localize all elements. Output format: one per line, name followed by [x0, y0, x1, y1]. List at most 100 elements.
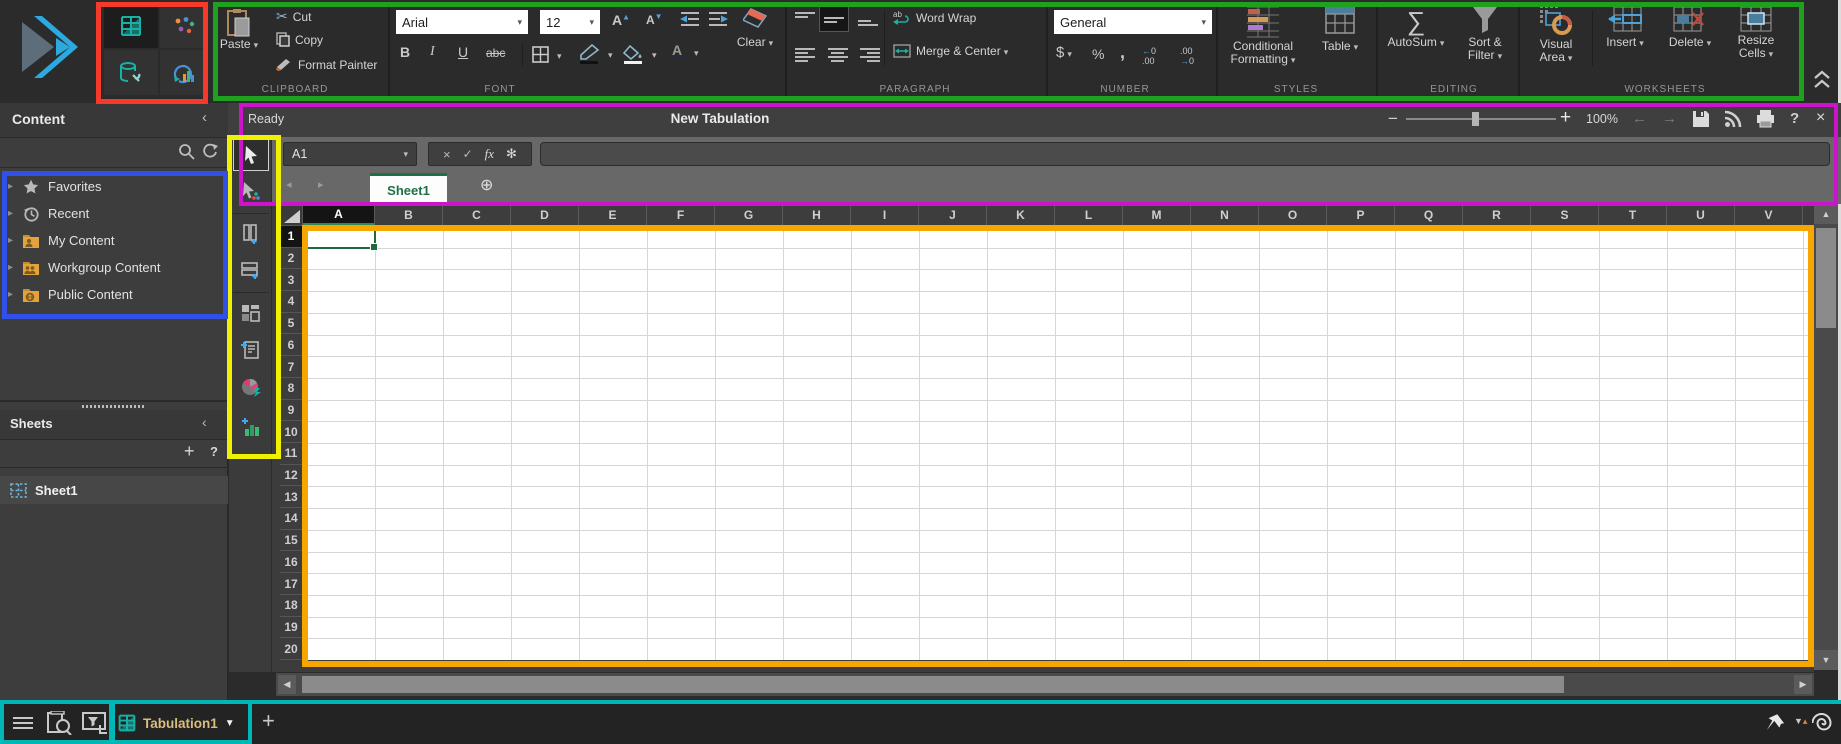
delete-cells-button[interactable]: Delete [1662, 6, 1718, 50]
spiral-menu-icon[interactable] [1812, 711, 1836, 735]
expand-caret-icon[interactable]: ▸ [8, 181, 22, 192]
pin-options-dropdown-icon[interactable]: ▼▴ [1794, 716, 1807, 727]
sidebar-item-recent[interactable]: ▸Recent [0, 200, 228, 227]
vertical-scrollbar[interactable]: ▲ ▼ [1814, 204, 1838, 670]
zoom-out-button[interactable]: − [1388, 109, 1398, 129]
expand-caret-icon[interactable]: ▸ [8, 208, 22, 219]
search-icon[interactable] [178, 143, 195, 160]
zoom-slider[interactable] [1406, 118, 1556, 120]
percent-button[interactable]: % [1092, 46, 1104, 62]
align-right-button[interactable] [860, 48, 880, 63]
resize-cells-button[interactable]: Resize Cells [1728, 6, 1784, 61]
cell-selection-a1[interactable] [303, 226, 376, 249]
bar-chart-tool-icon[interactable] [234, 412, 268, 442]
undo-button[interactable]: ← [1632, 110, 1647, 127]
autosum-button[interactable]: ∑ AutoSum [1384, 6, 1448, 50]
sidebar-item-workgroup-content[interactable]: ▸Workgroup Content [0, 254, 228, 281]
sidebar-item-my-content[interactable]: ▸My Content [0, 227, 228, 254]
decrease-decimal-button[interactable]: ←0.00 [1142, 46, 1156, 66]
confirm-entry-icon[interactable]: ✓ [463, 147, 473, 161]
expand-caret-icon[interactable]: ▸ [8, 235, 22, 246]
italic-button[interactable]: I [430, 44, 435, 60]
scroll-left-icon[interactable]: ◀ [278, 675, 296, 694]
align-left-button[interactable] [795, 48, 815, 63]
sheet-scroll-left-icon[interactable]: ◂ [286, 178, 292, 191]
sidebar-item-public-content[interactable]: ▸Public Content [0, 281, 228, 308]
formula-input[interactable] [540, 142, 1830, 166]
horizontal-scrollbar-thumb[interactable] [302, 676, 1564, 693]
zoom-slider-thumb[interactable] [1472, 112, 1479, 126]
cut-button[interactable]: ✂ Cut [276, 8, 311, 25]
new-document-tool-icon[interactable] [234, 334, 268, 364]
sheet-tab-active[interactable]: Sheet1 [370, 173, 447, 204]
layout-blocks-tool-icon[interactable] [234, 298, 268, 328]
increase-indent-button[interactable] [708, 12, 728, 26]
refresh-icon[interactable] [202, 143, 219, 160]
cell-name-box[interactable]: A1 ▾ [283, 142, 417, 166]
merge-center-button[interactable]: Merge & Center [893, 44, 1008, 58]
paste-button[interactable]: Paste [215, 8, 263, 52]
number-format-select[interactable]: General▾ [1054, 10, 1212, 34]
insert-cells-button[interactable]: Insert [1598, 6, 1652, 50]
feed-button[interactable] [1724, 110, 1742, 128]
font-color-button[interactable]: A [668, 44, 699, 60]
sheet-scroll-right-icon[interactable]: ▸ [318, 178, 324, 191]
currency-button[interactable]: $ [1056, 44, 1072, 61]
align-center-button[interactable] [828, 48, 848, 63]
align-bottom-button[interactable] [858, 12, 878, 27]
border-color-button[interactable] [578, 44, 613, 64]
insert-row-tool-icon[interactable] [234, 255, 268, 285]
table-button[interactable]: Table [1312, 6, 1368, 54]
grow-font-button[interactable]: A▲ [612, 12, 630, 28]
comma-button[interactable]: , [1120, 42, 1125, 63]
scroll-up-icon[interactable]: ▲ [1814, 204, 1838, 224]
zoom-in-button[interactable]: + [1560, 107, 1571, 129]
browse-documents-icon[interactable] [46, 711, 72, 735]
font-size-select[interactable]: 12▾ [540, 10, 600, 34]
sheets-help-icon[interactable]: ? [210, 444, 218, 459]
collapse-sheets-panel-icon[interactable]: ‹ [202, 414, 207, 430]
pointer-data-tool-icon[interactable] [234, 176, 268, 206]
clear-button[interactable]: Clear [730, 8, 780, 50]
conditional-formatting-button[interactable]: Conditional Formatting [1226, 6, 1300, 67]
explore-app-tile[interactable] [160, 4, 208, 48]
filter-view-icon[interactable] [82, 711, 108, 735]
align-middle-button[interactable] [820, 7, 848, 31]
pin-icon[interactable] [1764, 712, 1786, 734]
reports-app-tile[interactable] [160, 50, 208, 95]
visual-area-button[interactable]: Visual Area [1528, 4, 1584, 65]
pie-chart-tool-icon[interactable] [234, 372, 268, 402]
help-button[interactable]: ? [1790, 110, 1799, 127]
pointer-tool-icon[interactable] [234, 140, 268, 170]
insert-column-tool-icon[interactable] [234, 219, 268, 249]
borders-button[interactable] [532, 46, 562, 63]
copy-button[interactable]: Copy [276, 32, 323, 47]
select-all-corner[interactable] [280, 204, 303, 226]
scroll-right-icon[interactable]: ▶ [1794, 675, 1812, 694]
sheets-list-item[interactable]: Sheet1 [0, 476, 228, 504]
sort-filter-button[interactable]: Sort & Filter [1456, 6, 1514, 63]
sidebar-item-favorites[interactable]: ▸Favorites [0, 173, 228, 200]
font-family-select[interactable]: Arial▾ [396, 10, 528, 34]
assistant-swirl-icon[interactable]: ✻ [506, 146, 517, 162]
collapse-content-panel-icon[interactable]: ‹ [202, 109, 207, 126]
save-button[interactable] [1692, 110, 1710, 128]
word-wrap-button[interactable]: ab Word Wrap [893, 10, 976, 26]
tabulation-app-tile[interactable] [104, 4, 158, 48]
align-top-button[interactable] [795, 12, 815, 27]
strikethrough-button[interactable]: abc [486, 46, 505, 60]
add-document-tab-icon[interactable]: + [262, 708, 275, 734]
close-document-button[interactable]: × [1816, 109, 1825, 127]
bold-button[interactable]: B [400, 44, 410, 60]
fill-handle[interactable] [370, 243, 378, 251]
expand-caret-icon[interactable]: ▸ [8, 262, 22, 273]
underline-button[interactable]: U [458, 44, 468, 60]
add-sheet-icon[interactable]: ⊕ [480, 175, 493, 195]
print-button[interactable] [1756, 110, 1775, 128]
cancel-entry-icon[interactable]: × [443, 147, 451, 162]
expand-caret-icon[interactable]: ▸ [8, 289, 22, 300]
increase-decimal-button[interactable]: .00→0 [1180, 46, 1194, 66]
document-tab-tabulation1[interactable]: Tabulation1 ▼ [118, 706, 246, 740]
menu-hamburger-icon[interactable] [12, 715, 34, 731]
fill-color-button[interactable] [622, 44, 657, 64]
